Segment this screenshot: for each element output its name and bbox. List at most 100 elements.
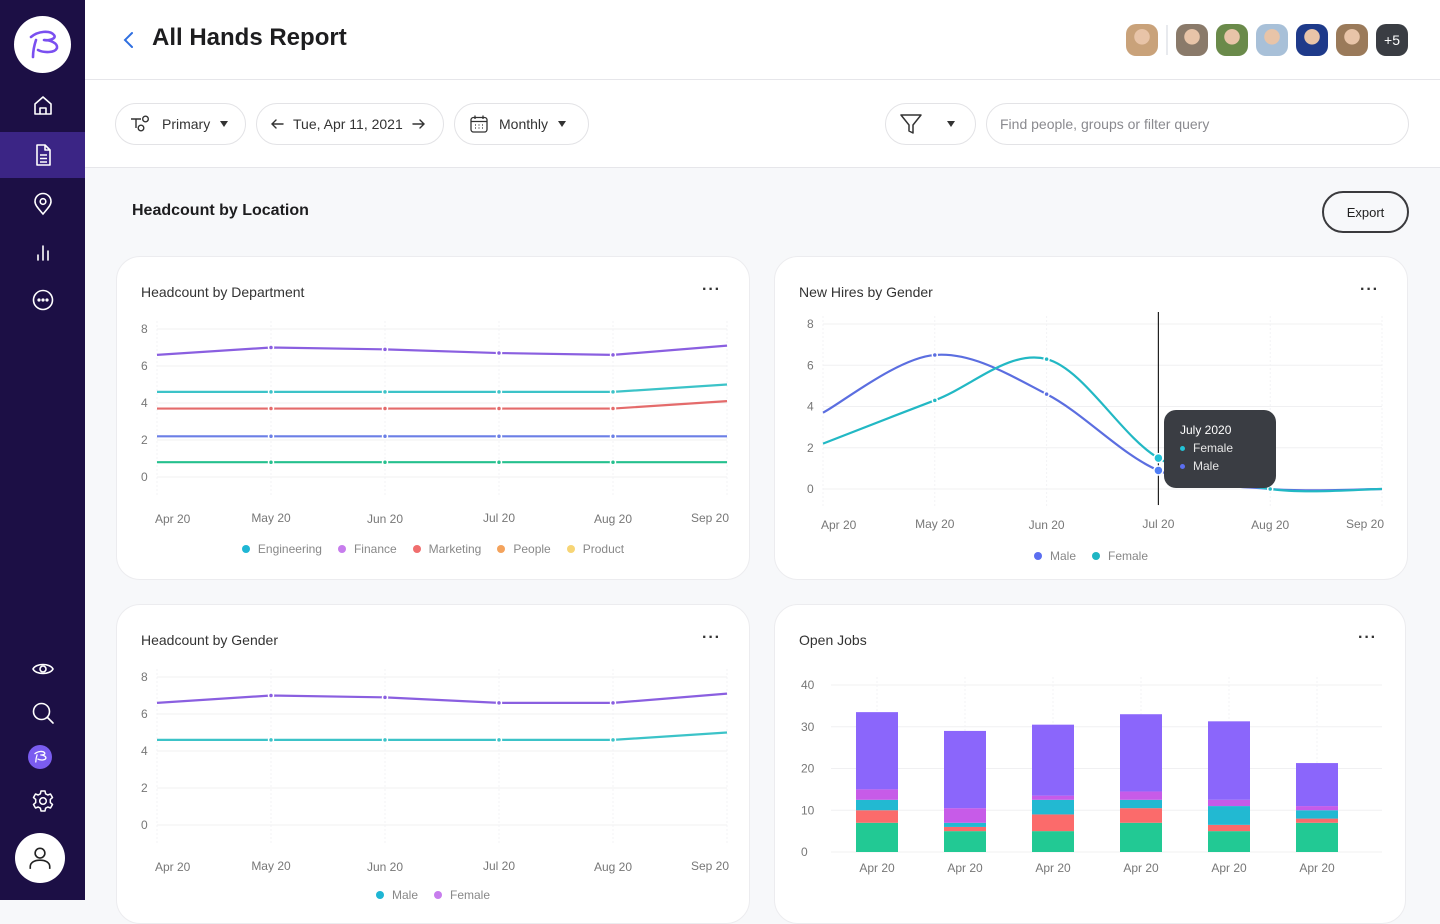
home-icon [33, 96, 52, 115]
legend-label: People [513, 542, 551, 556]
eye-icon [31, 663, 54, 675]
data-point [931, 351, 939, 359]
avatar[interactable] [1126, 24, 1158, 56]
chart-tooltip: July 2020 Female Male [1164, 410, 1276, 488]
caret-down-icon [558, 121, 567, 127]
bar-segment-magenta [1032, 795, 1074, 800]
search-input[interactable] [986, 103, 1409, 145]
x-tick-label: Jul 20 [483, 859, 515, 873]
arrow-left-icon[interactable] [270, 118, 284, 130]
legend-dot [375, 891, 384, 899]
nav-watch[interactable] [0, 646, 85, 692]
series-line-series-purple [156, 692, 728, 704]
bar-segment-red [944, 826, 986, 832]
caret-down-icon [220, 121, 229, 127]
x-tick-label: Sep 20 [1346, 517, 1384, 531]
legend-item[interactable]: Engineering [241, 542, 322, 556]
x-tick-label: Apr 20 [155, 512, 191, 526]
x-tick-label: Apr 20 [1123, 861, 1159, 875]
legend-item[interactable]: Male [1033, 549, 1076, 563]
bar-segment-magenta [1296, 806, 1338, 811]
arrow-right-icon[interactable] [412, 118, 426, 130]
avatar[interactable] [1336, 24, 1368, 56]
section-title: Headcount by Location [132, 202, 309, 219]
data-point [267, 388, 275, 396]
legend-dot [412, 545, 421, 553]
bar-segment-green [1296, 822, 1338, 852]
nav-reports[interactable] [0, 132, 85, 178]
nav-home[interactable] [0, 83, 85, 129]
bar-segment-purple [1296, 763, 1338, 807]
series-line-male [822, 353, 1383, 492]
avatar[interactable] [1296, 24, 1328, 56]
data-point [1266, 485, 1274, 493]
series-line-female [822, 356, 1383, 493]
y-tick-label: 20 [801, 762, 815, 776]
x-tick-label: Sep 20 [691, 511, 729, 525]
avatar[interactable] [1216, 24, 1248, 56]
app-logo[interactable] [14, 16, 71, 73]
y-tick-label: 0 [807, 482, 814, 496]
data-point [381, 736, 389, 744]
y-tick-label: 2 [141, 433, 148, 447]
data-point [267, 344, 275, 351]
bar-segment-red [1296, 818, 1338, 823]
brand-icon [34, 750, 47, 763]
x-tick-label: May 20 [251, 511, 291, 525]
y-tick-label: 0 [801, 845, 808, 859]
search-icon [32, 702, 54, 724]
tooltip-row-male: Male [1180, 459, 1276, 473]
y-tick-label: 6 [807, 358, 814, 372]
y-tick-label: 6 [141, 707, 148, 721]
back-button[interactable] [115, 26, 141, 54]
x-tick-label: Apr 20 [1035, 861, 1071, 875]
gear-icon [32, 790, 53, 812]
tooltip-label: Male [1193, 459, 1220, 473]
nav-locations[interactable] [0, 181, 85, 227]
y-tick-label: 8 [141, 670, 148, 684]
top-bar: All Hands Report +5 [85, 0, 1440, 80]
primary-dropdown[interactable]: Primary [115, 103, 246, 145]
legend-dot [1180, 445, 1185, 451]
nav-brand[interactable] [28, 745, 52, 769]
more-collaborators-badge[interactable]: +5 [1376, 24, 1408, 56]
nav-more[interactable] [0, 277, 85, 323]
data-point [609, 458, 617, 466]
bar-segment-purple [1208, 721, 1250, 800]
legend-item[interactable]: Product [566, 542, 624, 556]
collaborators: +5 [1126, 24, 1408, 56]
caret-down-icon [947, 121, 955, 127]
data-point [495, 699, 503, 707]
headcount-by-gender-chart: 8 6 4 2 0 Apr 20 May 20 Jun 20 Jul 20 Aug 20 Sep 2… [141, 669, 729, 874]
card-headcount-by-department: Headcount by Department ··· 8 6 4 2 0 Apr 20 M… [116, 256, 750, 580]
legend-item[interactable]: Marketing [412, 542, 481, 556]
legend-label: Female [1108, 549, 1149, 563]
period-dropdown[interactable]: Monthly [454, 103, 589, 145]
legend-item[interactable]: Finance [337, 542, 397, 556]
data-point [495, 405, 503, 412]
date-navigator[interactable]: Tue, Apr 11, 2021 [256, 103, 444, 145]
data-point [267, 405, 275, 412]
legend-item[interactable]: People [497, 542, 551, 556]
data-point [609, 433, 617, 440]
nav-search[interactable] [0, 690, 85, 736]
series-line-series-cyan [157, 383, 728, 393]
profile-button[interactable] [15, 833, 65, 883]
data-point [267, 433, 275, 440]
x-tick-label: Jul 20 [483, 511, 515, 525]
legend-item[interactable]: Female [1092, 549, 1148, 563]
x-tick-label: Apr 20 [1299, 861, 1335, 875]
data-point [381, 405, 389, 412]
nav-settings[interactable] [0, 778, 85, 824]
avatar[interactable] [1176, 24, 1208, 56]
calendar-icon [470, 115, 488, 133]
filter-dropdown[interactable] [885, 103, 976, 145]
data-point [381, 388, 389, 396]
x-tick-label: Aug 20 [1251, 518, 1289, 532]
x-tick-label: Jun 20 [1029, 518, 1065, 532]
avatar[interactable] [1256, 24, 1288, 56]
export-button[interactable]: Export [1322, 191, 1409, 233]
series-line-series-purple [156, 344, 728, 356]
nav-analytics[interactable] [0, 229, 85, 275]
y-tick-label: 10 [801, 803, 815, 817]
